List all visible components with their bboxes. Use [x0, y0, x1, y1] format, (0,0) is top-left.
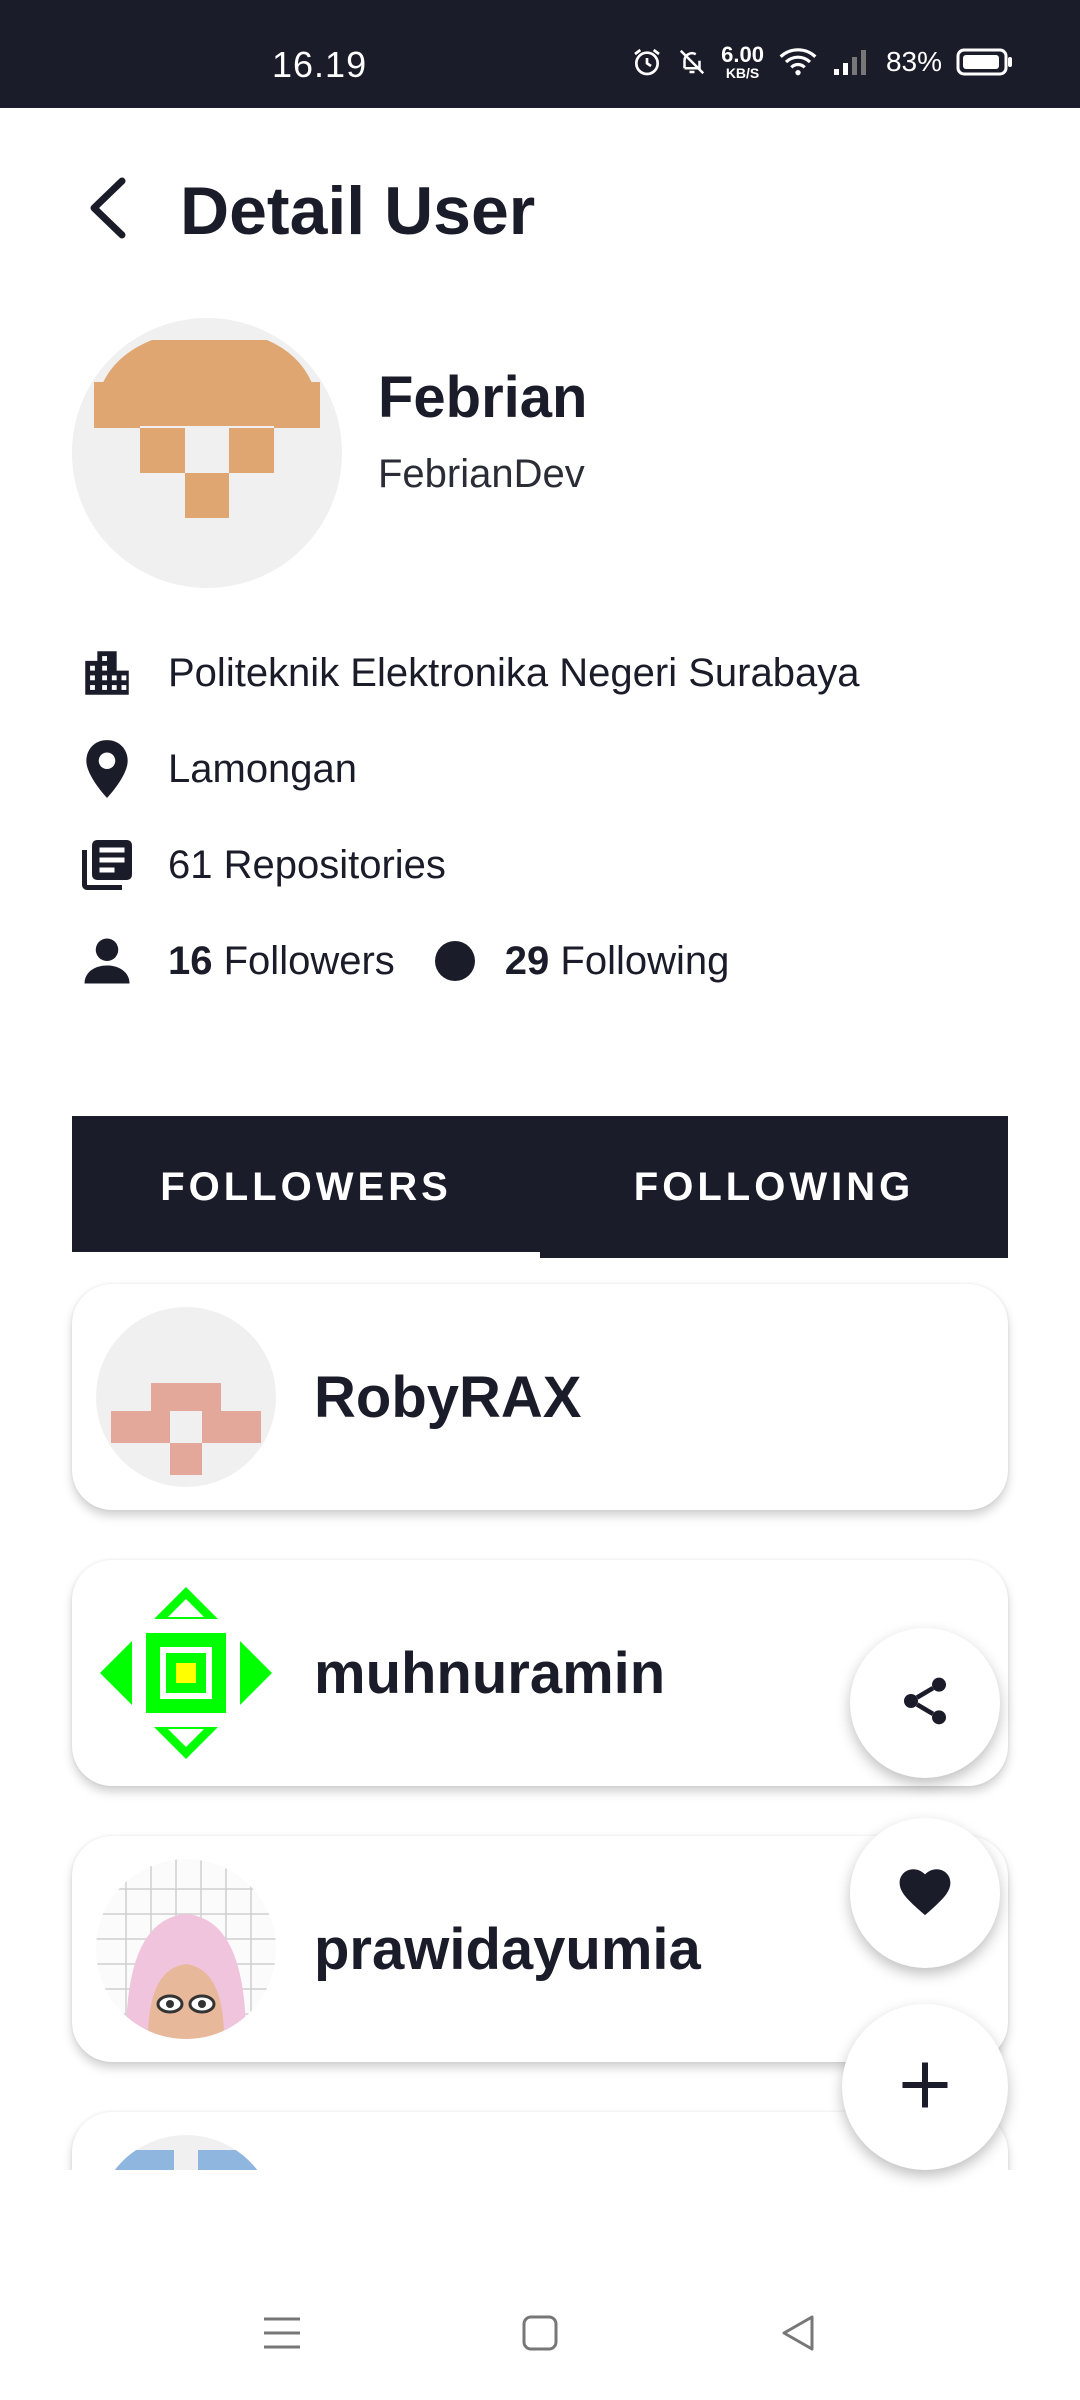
repositories-row: 61 Repositories: [72, 830, 446, 900]
username: RobyRAX: [314, 1364, 582, 1430]
status-icons: 6.00 KB/S 83%: [631, 44, 1014, 80]
favorite-button[interactable]: [850, 1818, 1000, 1968]
plus-icon: [895, 2055, 955, 2120]
location-text: Lamongan: [168, 746, 358, 791]
building-icon: [72, 638, 142, 708]
separator-dot-icon: [434, 941, 475, 981]
avatar: [96, 1307, 276, 1487]
avatar: [96, 1583, 276, 1763]
library-books-icon: [72, 830, 142, 900]
back-triangle-icon: [778, 2313, 818, 2358]
heart-icon: [896, 1864, 954, 1923]
repositories-text: 61 Repositories: [168, 842, 446, 887]
network-speed: 6.00 KB/S: [721, 42, 764, 81]
followers-count: 16: [168, 938, 213, 983]
location-pin-icon: [72, 734, 142, 804]
menu-icon: [262, 2313, 302, 2358]
signal-icon: [832, 47, 872, 77]
nav-menu-button[interactable]: [252, 2310, 312, 2360]
company-row: Politeknik Elektronika Negeri Surabaya: [72, 638, 859, 708]
tab-following[interactable]: FOLLOWING: [540, 1116, 1008, 1258]
bell-off-icon: [677, 47, 707, 77]
company-text: Politeknik Elektronika Negeri Surabaya: [168, 650, 860, 695]
add-button[interactable]: [842, 2004, 1008, 2170]
share-icon: [897, 1673, 953, 1734]
avatar: [72, 318, 342, 588]
location-row: Lamongan: [72, 734, 357, 804]
tab-bar: FOLLOWERS FOLLOWING: [72, 1116, 1008, 1258]
avatar: [96, 1859, 276, 2039]
battery-icon: [956, 47, 1014, 77]
user-login: FebrianDev: [378, 452, 585, 496]
avatar: [96, 2135, 276, 2170]
follow-stats-row: 16 Followers 29 Following: [72, 926, 729, 996]
person-icon: [72, 926, 142, 996]
wifi-icon: [778, 46, 818, 78]
status-time: 16.19: [272, 44, 368, 85]
username: muhnuramin: [314, 1640, 666, 1706]
following-label: Following: [560, 938, 730, 983]
status-bar: 16.19 6.00 KB/S 83%: [0, 0, 1080, 108]
share-button[interactable]: [850, 1628, 1000, 1778]
nav-home-button[interactable]: [510, 2310, 570, 2360]
tab-followers[interactable]: FOLLOWERS: [72, 1116, 540, 1258]
page-title: Detail User: [180, 173, 536, 249]
username: prawidayumia: [314, 1916, 701, 1982]
back-arrow-icon: [84, 175, 130, 246]
back-button[interactable]: [72, 170, 142, 250]
nav-back-button[interactable]: [768, 2310, 828, 2360]
following-count: 29: [504, 938, 550, 983]
home-square-icon: [520, 2313, 560, 2358]
alarm-icon: [631, 46, 663, 78]
list-item[interactable]: RobyRAX: [72, 1284, 1008, 1510]
followers-label: Followers: [223, 938, 395, 983]
battery-percent: 83%: [885, 46, 942, 77]
user-name: Febrian: [378, 365, 588, 430]
